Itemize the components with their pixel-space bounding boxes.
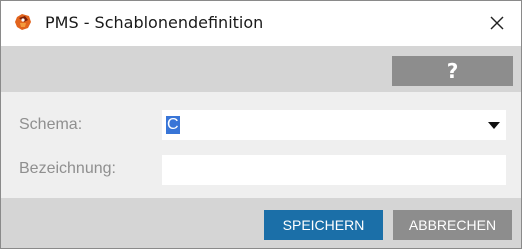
close-icon[interactable] (479, 7, 515, 39)
schema-label: Schema: (19, 116, 83, 133)
dialog-window: PMS - Schablonendefinition ? Schema: C B… (0, 0, 522, 249)
bezeichnung-input[interactable] (162, 155, 506, 185)
schema-select[interactable]: C (162, 110, 506, 140)
pms-app-icon (13, 12, 33, 32)
window-title: PMS - Schablonendefinition (45, 13, 264, 32)
help-button[interactable]: ? (392, 56, 513, 86)
chevron-down-icon[interactable] (488, 122, 500, 129)
cancel-button[interactable]: ABBRECHEN (393, 210, 512, 240)
title-bar: PMS - Schablonendefinition (1, 1, 521, 46)
save-button[interactable]: SPEICHERN (264, 210, 383, 240)
bezeichnung-label: Bezeichnung: (19, 160, 116, 177)
schema-selected-value: C (166, 116, 180, 134)
